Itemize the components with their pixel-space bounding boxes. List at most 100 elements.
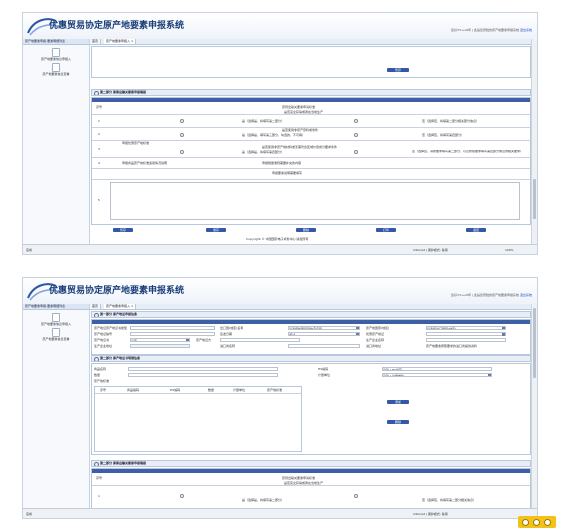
row-label: 申报优惠原产地标准 [122, 141, 150, 145]
field-label: 原产地证编号 [94, 332, 113, 336]
status-left: 完成 [26, 512, 33, 516]
unit-select[interactable]: 请输入计量单位 [382, 373, 492, 377]
status-left: 完成 [26, 248, 33, 252]
collapse-icon[interactable] [94, 313, 99, 317]
goods-name-input[interactable] [128, 367, 278, 371]
cert-type-input[interactable] [130, 326, 215, 330]
vertical-scrollbar[interactable] [531, 39, 537, 245]
table-row: 5 [92, 179, 530, 223]
delete-button[interactable]: 删除 [387, 420, 409, 424]
explanation-textarea[interactable] [110, 182, 520, 220]
header-user-info: 您好!Hi-uu8年 | 此是您登陆的原产地要素申报系统 退出系统 [451, 293, 532, 297]
tab-home[interactable]: 首页 [90, 304, 102, 309]
row-title: 申报规章准则需要补充的内容 [262, 161, 302, 165]
origin-country-select[interactable]: 请选择进口国家(地区) [426, 326, 506, 330]
row-no: 1 [98, 119, 100, 123]
row-title: 是否使用非原产地材料或无需符合区域价值成分要求条件 [262, 145, 338, 149]
collapse-icon[interactable] [94, 462, 99, 466]
radio-yes[interactable] [180, 133, 184, 137]
hs-code-input[interactable]: 请输入HS编码 [382, 367, 492, 371]
sidebar-item-view[interactable]: 原产地要素信息查看 [23, 63, 89, 76]
sidebar-item-label: 原产地要素信息查看 [42, 72, 70, 76]
status-zoom[interactable]: 100% [505, 248, 514, 252]
collapse-icon[interactable] [94, 357, 99, 361]
sign-date-select[interactable]: 测试 [288, 332, 360, 336]
logout-link[interactable]: 退出系统 [520, 28, 532, 32]
print-button[interactable]: 打印 [376, 228, 396, 232]
sidebar-item-declare[interactable]: 原产地要素信息申报入 [23, 48, 89, 61]
dot-icon [544, 519, 551, 526]
vertical-scrollbar[interactable] [531, 304, 537, 509]
cert-select[interactable]: 是否 [130, 338, 190, 342]
criteria-table: 序号 原则出输关要素申请标准 是否完全获得或者在当地生产 1 是（选择是，将填写… [91, 468, 531, 510]
option-yes-label: 是（选择是，填写第三部分，勾选的，不可填） [242, 133, 306, 137]
row-label: 申报商品原产地标准适用情况说明 [122, 161, 168, 165]
save-draft-button[interactable]: 暂存 [387, 68, 409, 72]
table-header-bar [92, 320, 530, 324]
tab-declare[interactable]: 原产地要素申报入 × [104, 39, 137, 44]
col-header: 计量单位 [233, 388, 246, 392]
status-bar: 完成 Internet | 保护模式: 禁用 100% [23, 244, 537, 254]
row-no: 1 [98, 494, 100, 498]
export-country-select[interactable]: 请选择优惠贸易协定名称 [288, 326, 360, 330]
save-button[interactable]: 保存 [206, 228, 226, 232]
radio-yes[interactable] [180, 119, 184, 123]
status-bar: 完成 Internet | 保护模式: 禁用 [23, 508, 537, 518]
copyright: Copyright © 中国国际电子商务中心 版权所有 [246, 237, 309, 241]
sidebar: 原产地要素申报-要素明细列表 原产地要素信息申报入 原产地要素信息查看 [23, 39, 90, 245]
sidebar-item-view[interactable]: 原产地要素信息查看 [23, 328, 89, 341]
radio-no[interactable] [354, 119, 358, 123]
table-row: 3 申报优惠原产地标准 是否使用非原产地材料或无需符合区域价值成分要求条件 是（… [92, 140, 530, 157]
delete-button[interactable]: 删除 [296, 228, 316, 232]
media-overlay-badge[interactable] [518, 516, 556, 528]
col-header: 数量 [208, 388, 215, 392]
radio-yes[interactable] [180, 494, 184, 498]
row-no: 2 [98, 132, 100, 136]
radio-no[interactable] [354, 133, 358, 137]
table-row: 1 是（选择是，将填写第二部分） 否（选择否，将填第二部分相关部分信息） [92, 114, 530, 127]
producer-name-input[interactable] [426, 338, 506, 342]
col-header: 商品编码 [127, 388, 140, 392]
tab-bar: 首页 原产地要素申报入 × [90, 39, 532, 45]
collapse-icon[interactable] [94, 91, 99, 95]
scrollbar-thumb[interactable] [533, 179, 536, 219]
col-title-1: 原则出输关要素申请标准 [282, 476, 316, 480]
add-button[interactable]: 添加 [387, 400, 409, 404]
table-header-bar [92, 469, 530, 473]
radio-no[interactable] [354, 150, 358, 154]
sidebar-item-declare[interactable]: 原产地要素信息申报入 [23, 313, 89, 326]
row-no: 5 [98, 198, 100, 202]
sidebar-header: 原产地要素申报-要素明细列表 [23, 39, 89, 45]
quantity-input[interactable] [128, 373, 278, 377]
option-yes-label: 是（选择是，将填写第二部分） [242, 119, 285, 123]
table-row: 4 申报商品原产地标准适用情况说明 申报规章准则需要补充的内容 [92, 157, 530, 168]
save-draft-button-bottom[interactable]: 暂存 [113, 228, 133, 232]
field-label: 计量单位 [318, 373, 331, 377]
detail-panel: 商品名称 HS编码 请输入HS编码 数量 计量单位 请输入计量单位 原产地标准 … [91, 363, 531, 455]
scrollbar-thumb[interactable] [533, 308, 536, 378]
sidebar-item-label: 原产地要素信息申报入 [40, 322, 71, 326]
tab-declare[interactable]: 原产地要素申报入 × [104, 304, 137, 309]
table-header-bar [92, 98, 530, 102]
back-button[interactable]: 返回 [466, 228, 486, 232]
cert-party-input[interactable] [220, 338, 300, 342]
producer-address-input[interactable] [130, 344, 190, 348]
field-label: 优惠原产地证 [366, 332, 385, 336]
table-header-no: 序号 [96, 476, 103, 480]
table-row: 1 是（选择是，将填写第二部分） 否（选择否，将填写第二部分相关信息） [92, 485, 530, 506]
col-header: 序号 [100, 388, 107, 392]
preferential-select[interactable] [426, 332, 506, 336]
radio-no[interactable] [354, 494, 358, 498]
cert-no-input[interactable] [130, 332, 215, 336]
field-label: 签发日期 [220, 332, 233, 336]
criteria-table: 序号 原则出输关要素申请标准 是否完全获得或者在当地生产 1 是（选择是，将填写… [91, 97, 531, 225]
importer-name-input[interactable] [288, 344, 360, 348]
document-icon [52, 48, 60, 57]
logout-link[interactable]: 退出系统 [520, 293, 532, 297]
option-yes-label: 是（选择是，将填写第四部分） [242, 150, 285, 154]
field-label: 生产企业名称 [366, 338, 385, 342]
field-label: 数量 [94, 373, 101, 377]
radio-yes[interactable] [180, 150, 184, 154]
tab-home[interactable]: 首页 [90, 39, 102, 44]
cert-info-form: 原产地证原产地证书类型 出口国(地区)名称 请选择优惠贸易协定名称 原产地国家(… [91, 319, 531, 355]
